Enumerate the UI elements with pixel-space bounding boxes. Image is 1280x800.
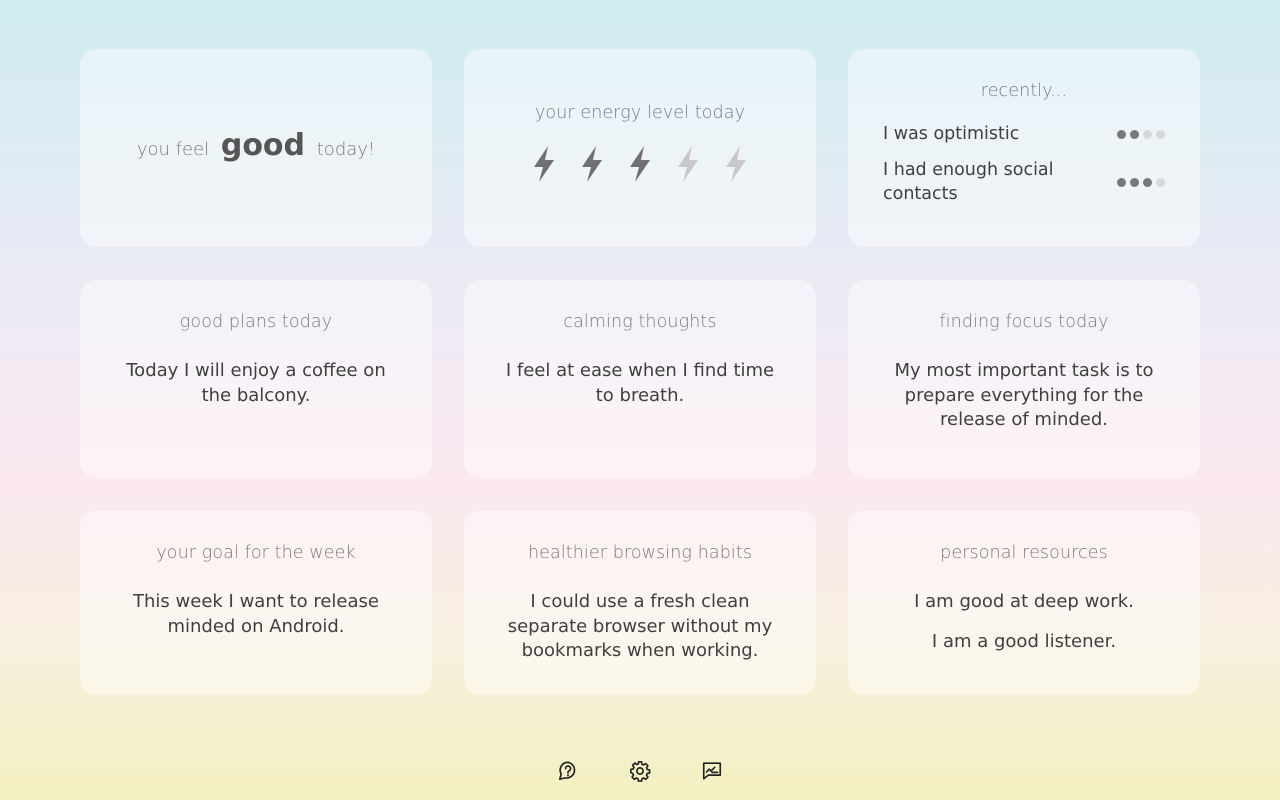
mood-suffix: today! — [316, 139, 376, 160]
lightning-icon — [671, 145, 705, 183]
mood-prefix: you feel — [136, 139, 210, 160]
goal-card: your goal for the week This week I want … — [80, 511, 432, 695]
recently-title: recently... — [980, 81, 1068, 101]
browsing-text: I could use a fresh clean separate brows… — [507, 591, 773, 661]
recent-item: I had enough social contacts — [883, 158, 1165, 206]
browsing-card: healthier browsing habits I could use a … — [464, 511, 816, 695]
focus-text: My most important task is to prepare eve… — [894, 360, 1154, 430]
focus-title: finding focus today — [939, 312, 1109, 332]
rating-dot — [1156, 177, 1165, 187]
energy-card: your energy level today — [464, 49, 816, 247]
rating-dot — [1130, 129, 1139, 139]
help-button[interactable] — [557, 759, 579, 783]
resource-item: I am good at deep work. — [914, 591, 1134, 612]
recent-item-label: I was optimistic — [883, 124, 1020, 144]
rating-dots — [1117, 129, 1165, 139]
help-icon — [557, 760, 579, 782]
recently-card: recently... I was optimistic I had enoug… — [848, 49, 1200, 247]
mood-value: good — [220, 128, 306, 163]
energy-title: your energy level today — [534, 103, 746, 123]
calming-card: calming thoughts I feel at ease when I f… — [464, 280, 816, 478]
rating-dot — [1117, 177, 1126, 187]
plans-card: good plans today Today I will enjoy a co… — [80, 280, 432, 478]
resources-card: personal resources I am good at deep wor… — [848, 511, 1200, 695]
rating-dot — [1143, 129, 1152, 139]
lightning-icon — [575, 145, 609, 183]
mood-line: you feel good today! — [80, 128, 432, 163]
lightning-icon — [719, 145, 753, 183]
feedback-icon — [701, 760, 723, 782]
plans-title: good plans today — [179, 312, 333, 332]
focus-card: finding focus today My most important ta… — [848, 280, 1200, 478]
browsing-title: healthier browsing habits — [527, 543, 753, 563]
calming-text: I feel at ease when I find time to breat… — [505, 360, 775, 406]
goal-title: your goal for the week — [156, 543, 356, 563]
goal-text: This week I want to release minded on An… — [133, 591, 379, 637]
resources-list: I am good at deep work. I am a good list… — [880, 590, 1168, 670]
mood-card: you feel good today! — [80, 49, 432, 247]
settings-icon — [629, 760, 651, 782]
settings-button[interactable] — [629, 759, 651, 783]
rating-dots — [1117, 177, 1165, 187]
recent-item: I was optimistic — [883, 122, 1165, 146]
resources-title: personal resources — [940, 543, 1108, 563]
lightning-icon — [623, 145, 657, 183]
resource-item: I am a good listener. — [931, 631, 1117, 652]
feedback-button[interactable] — [701, 759, 723, 783]
rating-dot — [1117, 129, 1126, 139]
rating-dot — [1143, 177, 1152, 187]
energy-rating — [464, 145, 816, 183]
calming-title: calming thoughts — [563, 312, 717, 332]
plans-text: Today I will enjoy a coffee on the balco… — [126, 360, 386, 406]
lightning-icon — [527, 145, 561, 183]
rating-dot — [1156, 129, 1165, 139]
bottom-toolbar — [0, 759, 1280, 783]
rating-dot — [1130, 177, 1139, 187]
recent-item-label: I had enough social contacts — [883, 160, 1054, 204]
